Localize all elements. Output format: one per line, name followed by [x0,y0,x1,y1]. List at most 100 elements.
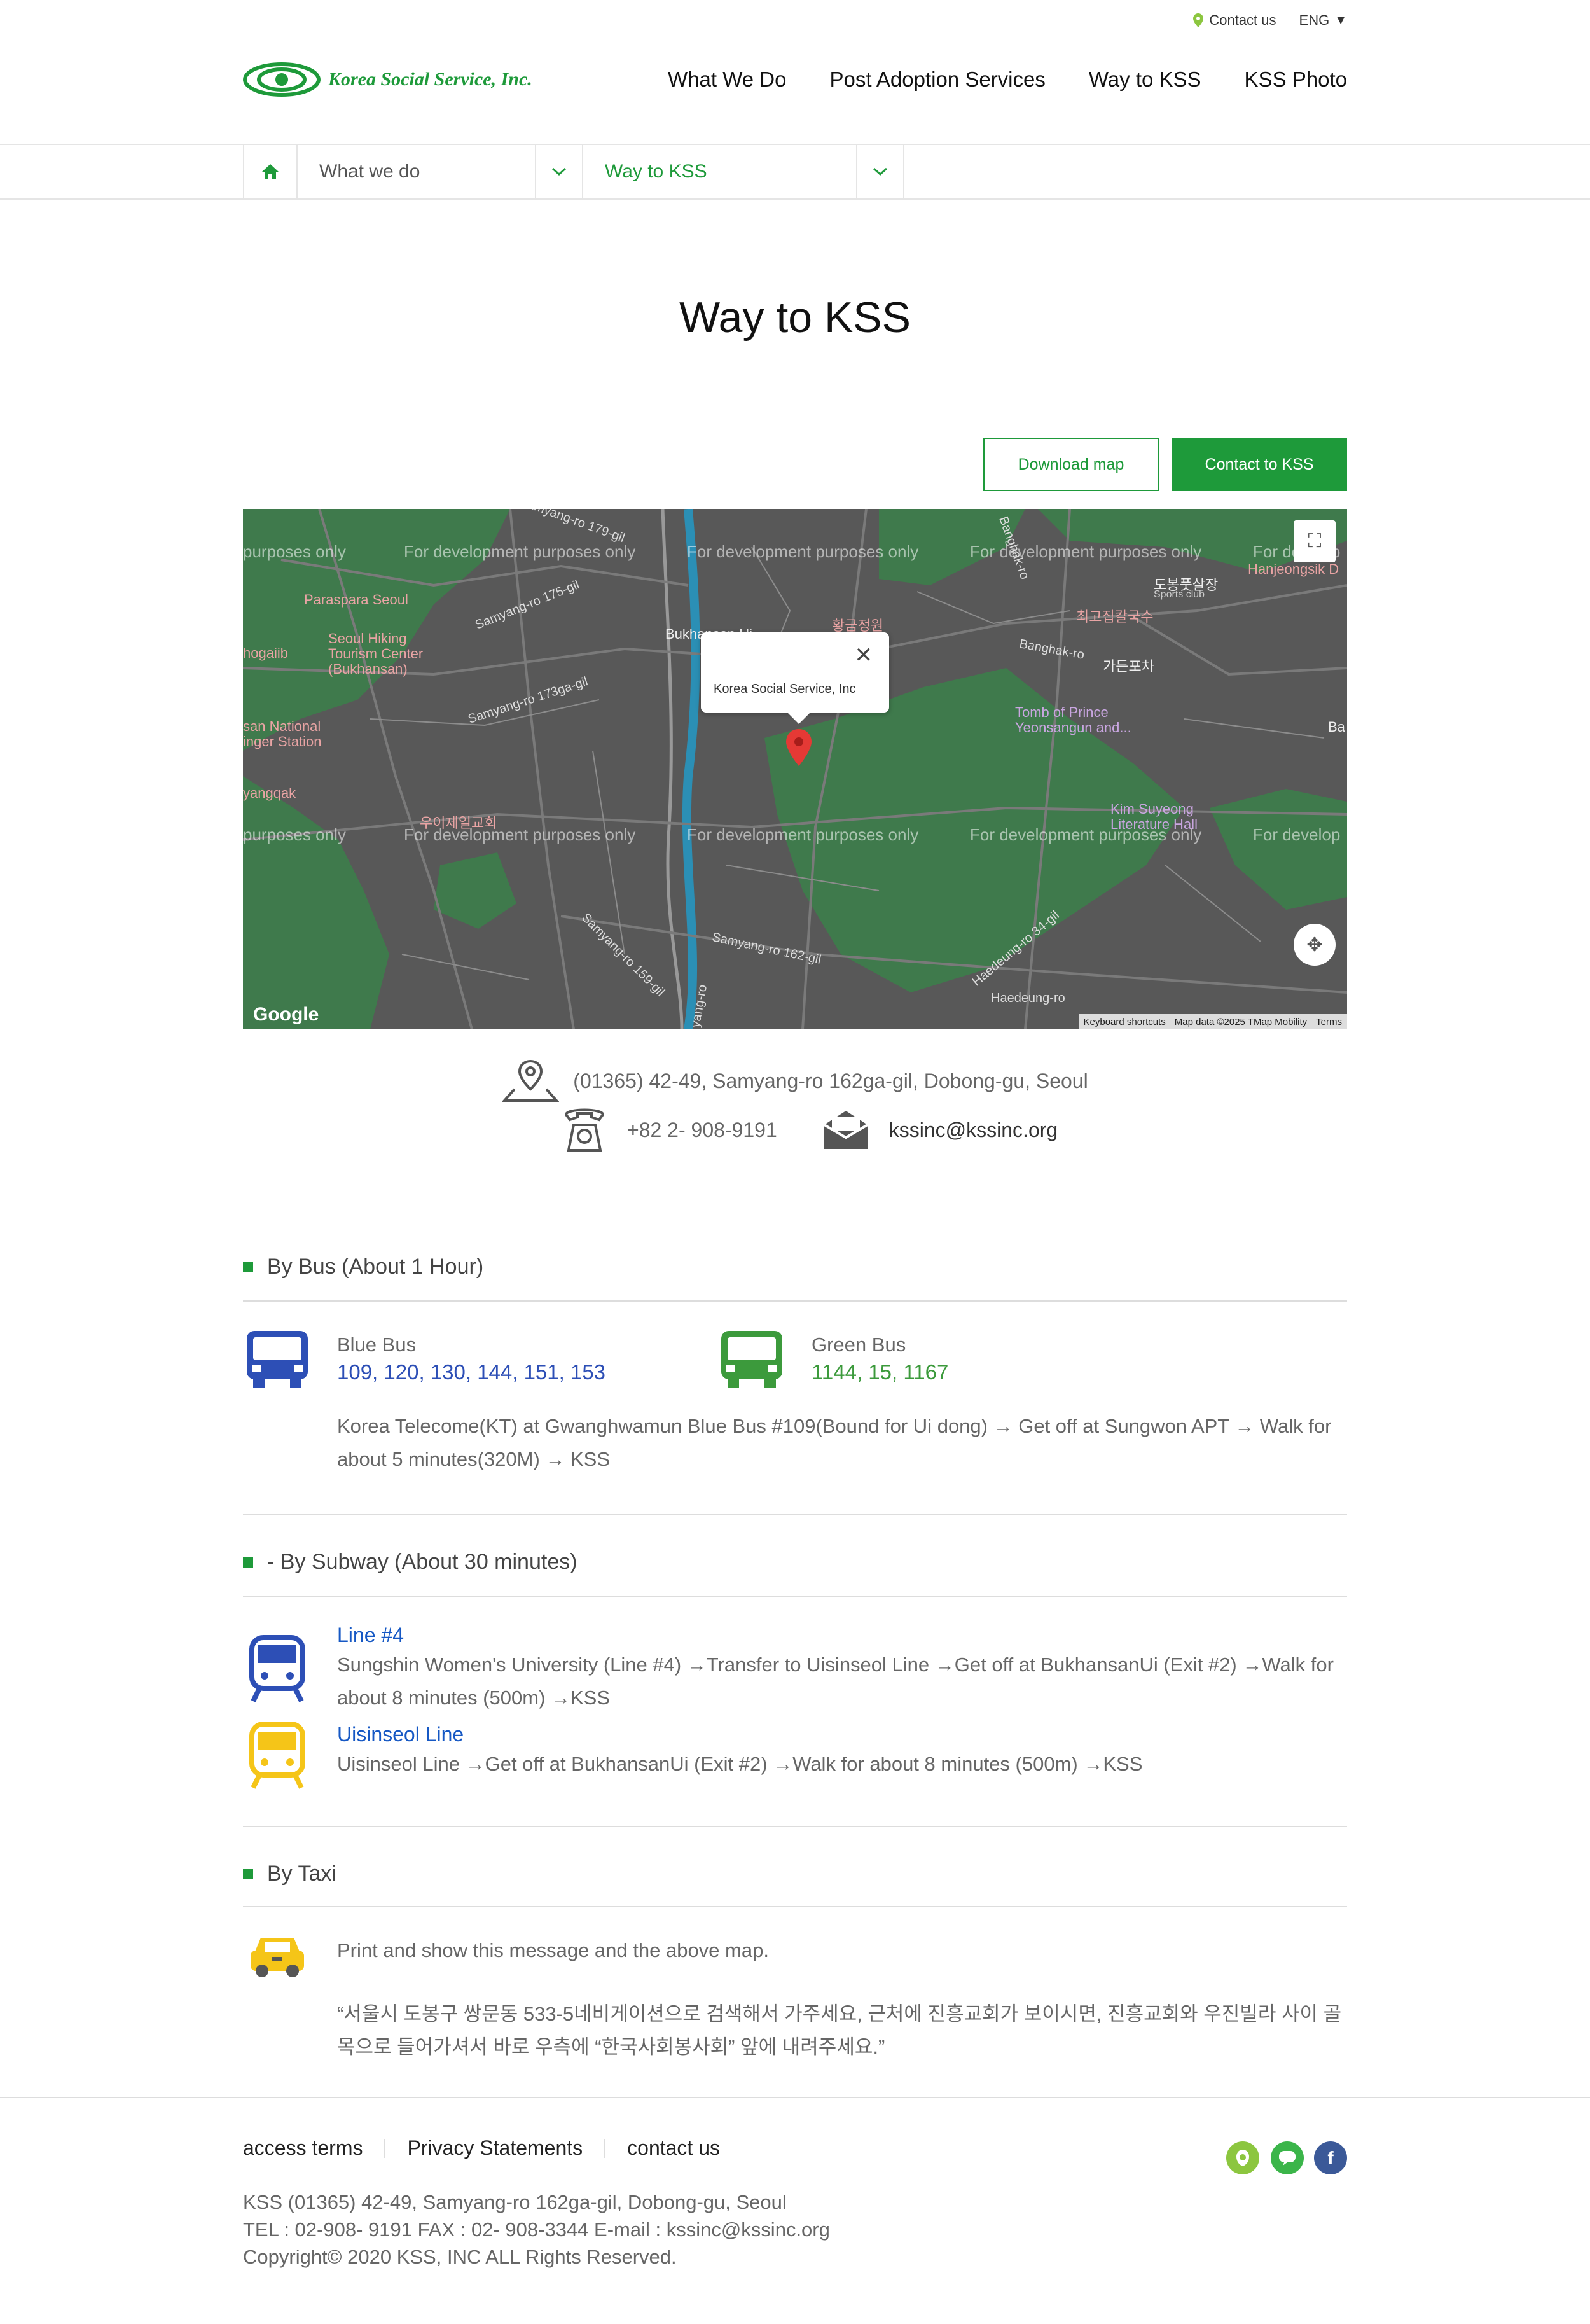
map-attribution: Keyboard shortcuts Map data ©2025 TMap M… [1078,1014,1347,1029]
terms-link[interactable]: Terms [1316,1017,1342,1027]
map-place-label: 우이제일교회 [420,815,497,831]
uisinseol-title: Uisinseol Line [337,1723,464,1746]
logo[interactable]: Korea Social Service, Inc. [243,62,532,97]
map-info-window: ✕ Korea Social Service, Inc [701,632,889,724]
breadcrumb-level2-label: Way to KSS [605,161,707,182]
divider [243,1514,1347,1515]
nav-way-to-kss[interactable]: Way to KSS [1089,67,1201,92]
line-messenger-icon[interactable] [1271,2141,1304,2174]
footer-separator [384,2138,386,2158]
facebook-icon[interactable]: f [1314,2141,1347,2174]
map-location-icon [502,1059,560,1102]
map-road-label: Haedeung-ro [991,991,1065,1005]
breadcrumb-level1-label: What we do [319,161,420,182]
site-header: Korea Social Service, Inc. What We Do Po… [243,45,1347,115]
access-terms-link[interactable]: access terms [243,2136,363,2160]
taxi-intro: Print and show this message and the abov… [337,1939,769,1961]
fullscreen-icon: ⛶ [1308,531,1322,552]
map-place-label: Sports club [1154,589,1205,600]
map-place-label: Ba [1328,719,1345,735]
map[interactable]: purposes only For development purposes o… [243,509,1347,1029]
home-button[interactable] [243,145,296,198]
topbar: Contact us ENG ▼ [243,8,1347,33]
breadcrumb-level1-dropdown[interactable] [535,145,582,198]
google-logo: Google [253,1004,319,1025]
blue-bus-label: Blue Bus [337,1333,417,1356]
bus-route-text: Korea Telecome(KT) at Gwanghwamun Blue B… [337,1415,1332,1470]
green-bus-label: Green Bus [812,1333,906,1356]
logo-text: Korea Social Service, Inc. [328,69,532,90]
download-map-button[interactable]: Download map [983,438,1159,491]
bullet-square-icon [243,1262,253,1272]
blue-bus-numbers: 109, 120, 130, 144, 151, 153 [337,1360,606,1384]
breadcrumb-level1[interactable]: What we do [296,145,535,198]
divider [243,1906,1347,1907]
contact-us-link[interactable]: Contact us [1192,12,1276,29]
page-title: Way to KSS [679,293,911,342]
phone-text: +82 2- 908-9191 [627,1118,777,1141]
map-marker-icon[interactable] [785,728,813,767]
map-place-label: san National inger Station [243,718,322,749]
kakaostory-icon[interactable] [1226,2141,1259,2174]
footer-divider [0,2097,1590,2098]
dev-watermark: For development purposes only [404,542,636,561]
move-icon: ✥ [1306,934,1323,956]
subway-section-title: - By Subway (About 30 minutes) [243,1550,1347,1575]
taxi-section-title: By Taxi [243,1861,1347,1886]
footer-links: access terms Privacy Statements contact … [243,2136,1347,2160]
bullet-square-icon [243,1557,253,1568]
dev-watermark: For develop [1253,825,1341,844]
map-place-label: Hanjeongsik D [1248,561,1339,577]
caret-down-icon: ▼ [1334,13,1347,27]
blue-bus-info: Blue Bus 109, 120, 130, 144, 151, 153 [337,1333,719,1384]
map-place-label: hogaiib [243,645,288,661]
divider [0,198,1590,200]
dev-watermark: purposes only [243,825,346,844]
nav-post-adoption[interactable]: Post Adoption Services [830,67,1046,92]
line4-title: Line #4 [337,1624,404,1646]
blue-bus-icon [247,1331,308,1388]
divider [243,1300,1347,1302]
uisinseol-info: Uisinseol Line Uisinseol Line →Get off a… [337,1723,1348,1781]
footer-copyright: Copyright© 2020 KSS, INC ALL Rights Rese… [243,2246,677,2268]
pan-control-button[interactable]: ✥ [1294,924,1336,966]
keyboard-shortcuts-link[interactable]: Keyboard shortcuts [1084,1017,1166,1027]
envelope-icon [823,1111,868,1149]
contact-kss-button[interactable]: Contact to KSS [1172,438,1347,491]
subway-train-blue-icon [249,1635,305,1702]
address-text: (01365) 42-49, Samyang-ro 162ga-gil, Dob… [573,1069,1088,1092]
map-place-label: Seoul Hiking Tourism Center (Bukhansan) [328,630,424,677]
taxi-icon [251,1938,304,1977]
dev-watermark: For development purposes only [687,825,919,844]
email-link[interactable]: kssinc@kssinc.org [889,1118,1058,1142]
privacy-link[interactable]: Privacy Statements [407,2136,583,2160]
green-bus-icon [721,1331,782,1388]
footer-info: KSS (01365) 42-49, Samyang-ro 162ga-gil,… [243,2188,1347,2271]
language-label: ENG [1299,12,1330,28]
contact-us-footer-link[interactable]: contact us [627,2136,720,2160]
fullscreen-button[interactable]: ⛶ [1294,520,1336,562]
nav-kss-photo[interactable]: KSS Photo [1245,67,1347,92]
line4-info: Line #4 Sungshin Women's University (Lin… [337,1624,1348,1715]
bullet-square-icon [243,1868,253,1879]
telephone-icon [564,1108,605,1152]
taxi-message: “서울시 도봉구 쌍문동 533-5네비게이션으로 검색해서 가주세요, 근처에… [337,2003,1342,2058]
breadcrumb-level2-dropdown[interactable] [856,145,904,198]
footer-address: KSS (01365) 42-49, Samyang-ro 162ga-gil,… [243,2191,787,2213]
bus-title-text: By Bus (About 1 Hour) [267,1255,484,1279]
map-place-label: Tomb of Prince Yeonsangun and... [1015,704,1131,735]
subway-train-yellow-icon [249,1722,305,1789]
contact-us-label: Contact us [1209,12,1276,28]
dev-watermark: For development purposes only [687,542,919,561]
breadcrumb-level2[interactable]: Way to KSS [582,145,856,198]
map-data-text: Map data ©2025 TMap Mobility [1174,1016,1308,1027]
action-buttons: Download map Contact to KSS [243,438,1347,491]
home-icon [262,164,279,179]
language-select[interactable]: ENG ▼ [1299,12,1347,29]
phone-email-row: +82 2- 908-9191 kssinc@kssinc.org [561,1106,1133,1154]
green-bus-info: Green Bus 1144, 15, 1167 [812,1333,1193,1384]
close-icon[interactable]: ✕ [855,643,873,668]
footer-contact: TEL : 02-908- 9191 FAX : 02- 908-3344 E-… [243,2218,830,2241]
nav-what-we-do[interactable]: What We Do [668,67,786,92]
uisinseol-text: Uisinseol Line →Get off at BukhansanUi (… [337,1753,1143,1775]
